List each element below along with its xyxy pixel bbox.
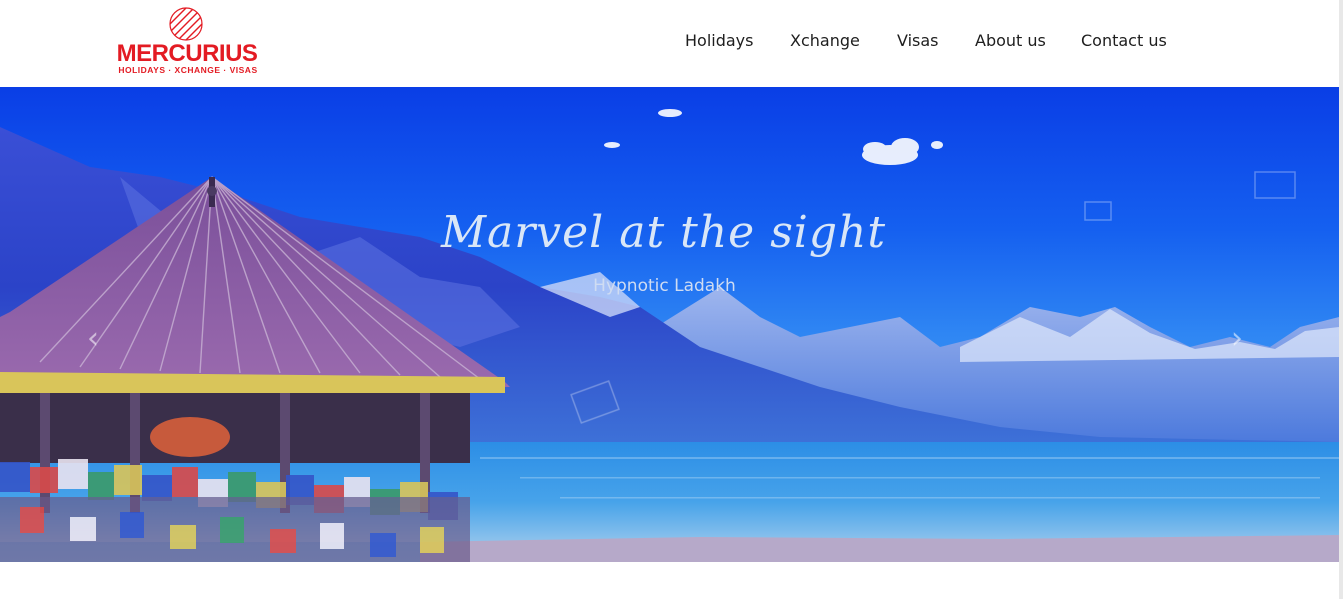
hero-subtitle: Hypnotic Ladakh	[0, 276, 1339, 296]
hero-banner: Marvel at the sight Hypnotic Ladakh ‹ ›	[0, 87, 1339, 562]
site-header: MERCURIUS HOLIDAYS · XCHANGE · VISAS Hol…	[0, 0, 1343, 87]
nav-visas[interactable]: Visas	[897, 30, 939, 52]
hero-title: Marvel at the sight	[0, 207, 1339, 258]
hero-subtitle-text: Hypnotic Ladakh	[593, 276, 736, 296]
brand-logo[interactable]: MERCURIUS HOLIDAYS · XCHANGE · VISAS	[114, 6, 260, 76]
page-scrollbar[interactable]	[1339, 0, 1343, 599]
hero-landscape-image	[0, 109, 1339, 562]
nav-contact-us[interactable]: Contact us	[1081, 30, 1167, 52]
brand-name: MERCURIUS	[116, 40, 258, 67]
globe-icon	[169, 7, 203, 41]
chevron-right-icon: ›	[1231, 321, 1243, 356]
hero-title-text: Marvel at the sight	[440, 207, 887, 258]
brand-tagline: HOLIDAYS · XCHANGE · VISAS	[118, 65, 258, 75]
nav-xchange[interactable]: Xchange	[790, 30, 860, 52]
carousel-next-button[interactable]: ›	[1222, 319, 1252, 359]
carousel-prev-button[interactable]: ‹	[78, 319, 108, 359]
nav-holidays[interactable]: Holidays	[685, 30, 753, 52]
chevron-left-icon: ‹	[87, 321, 99, 356]
nav-about-us[interactable]: About us	[975, 30, 1046, 52]
